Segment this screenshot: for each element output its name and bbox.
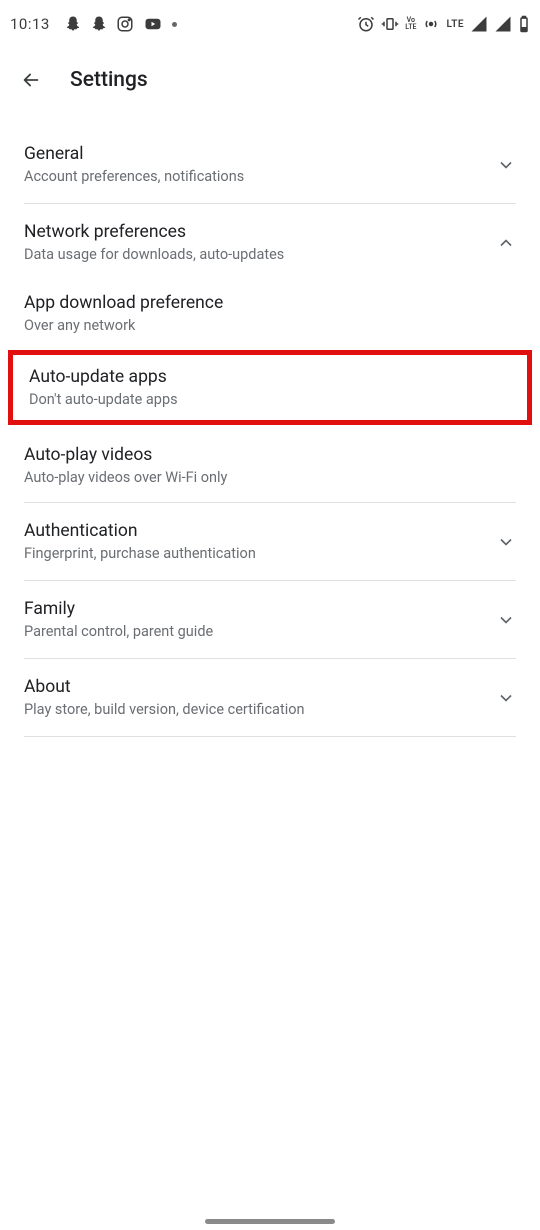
auth-subtitle: Fingerprint, purchase authentication [24,545,484,562]
snapchat-icon [64,15,82,33]
about-title: About [24,677,484,697]
family-title: Family [24,599,484,619]
page-title: Settings [70,68,148,92]
network-subtitle: Data usage for downloads, auto-updates [24,246,484,263]
autoplay-subtitle: Auto-play videos over Wi-Fi only [24,469,516,486]
youtube-icon [142,15,164,33]
more-notifications-dot [172,22,177,27]
section-family[interactable]: Family Parental control, parent guide [24,581,516,659]
download-subtitle: Over any network [24,317,516,334]
snapchat-icon-2 [90,15,108,33]
battery-icon [518,15,530,33]
item-auto-update-highlight[interactable]: Auto-update apps Don't auto-update apps [8,350,532,425]
item-download-preference[interactable]: App download preference Over any network [0,277,540,350]
instagram-icon [116,15,134,33]
settings-list: General Account preferences, notificatio… [0,112,540,737]
family-subtitle: Parental control, parent guide [24,623,484,640]
lte-label: LTE [446,19,464,30]
back-button[interactable] [20,69,42,91]
autoupdate-title: Auto-update apps [29,367,511,387]
general-title: General [24,144,484,164]
autoupdate-subtitle: Don't auto-update apps [29,391,511,408]
section-authentication[interactable]: Authentication Fingerprint, purchase aut… [24,503,516,581]
signal-icon-2 [494,15,512,33]
autoplay-title: Auto-play videos [24,445,516,465]
chevron-down-icon [496,155,516,175]
chevron-up-icon [496,233,516,253]
download-title: App download preference [24,293,516,313]
volte-icon: VoLTE [405,17,416,31]
chevron-down-icon [496,532,516,552]
alarm-icon [357,15,375,33]
section-general[interactable]: General Account preferences, notificatio… [24,126,516,204]
network-title: Network preferences [24,222,484,242]
chevron-down-icon [496,610,516,630]
chevron-down-icon [496,688,516,708]
section-about[interactable]: About Play store, build version, device … [24,659,516,737]
app-header: Settings [0,48,540,112]
section-network[interactable]: Network preferences Data usage for downl… [0,204,540,277]
item-autoplay[interactable]: Auto-play videos Auto-play videos over W… [24,425,516,503]
auth-title: Authentication [24,521,484,541]
signal-icon-1 [470,15,488,33]
general-subtitle: Account preferences, notifications [24,168,484,185]
status-bar: 10:13 VoLTE LTE [0,0,540,48]
home-indicator[interactable] [205,1219,335,1224]
hotspot-icon [422,15,440,33]
about-subtitle: Play store, build version, device certif… [24,701,484,718]
vibrate-icon [381,15,399,33]
status-clock: 10:13 [10,15,50,33]
